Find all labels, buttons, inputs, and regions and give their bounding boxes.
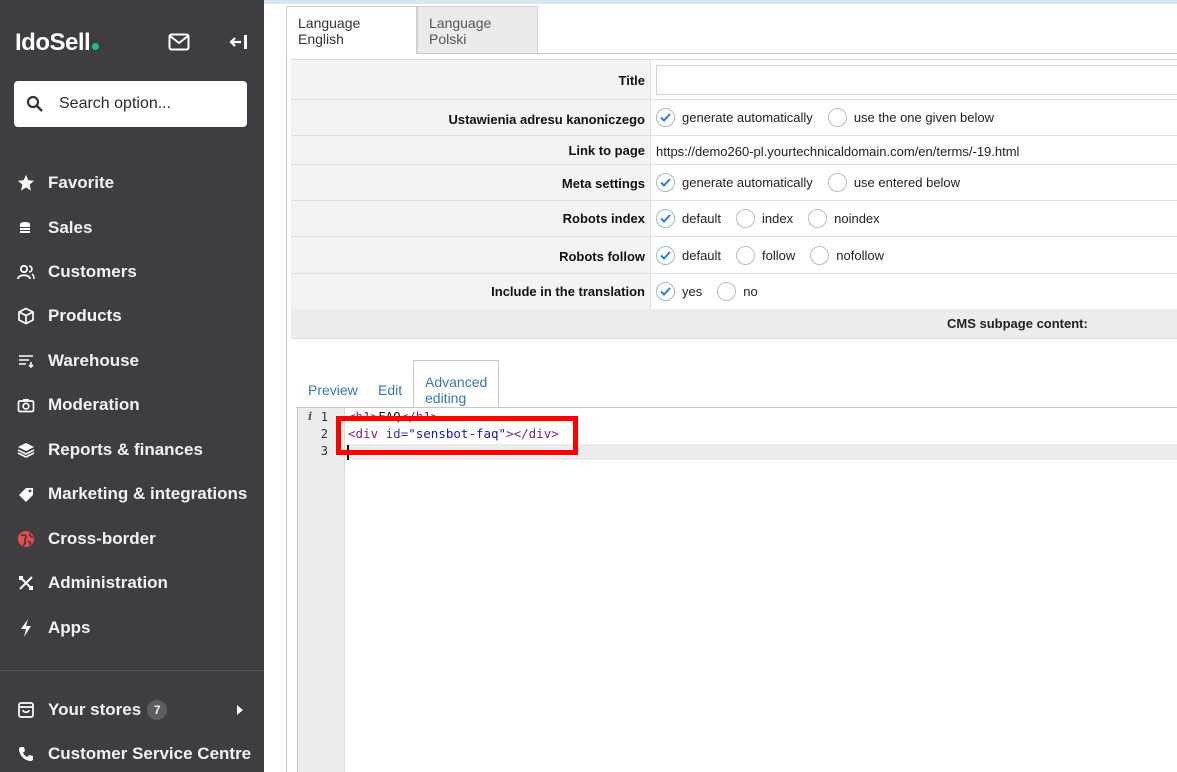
- tab-language-polski[interactable]: Language Polski: [417, 6, 538, 54]
- nav-apps[interactable]: Apps: [0, 608, 264, 648]
- nav-customer-service-centre[interactable]: Customer Service Centre: [0, 734, 264, 772]
- link-label: Link to page: [291, 136, 651, 164]
- search-input[interactable]: Search option...: [14, 81, 247, 127]
- canonical-label: Ustawienia adresu kanoniczego: [291, 100, 651, 135]
- robots-follow-nofollow-radio[interactable]: nofollow: [810, 245, 884, 265]
- translation-label: Include in the translation: [291, 274, 651, 309]
- nav-cross-border[interactable]: Cross-border: [0, 519, 264, 559]
- meta-manual-radio[interactable]: use entered below: [827, 173, 960, 192]
- app-logo[interactable]: IdoSell: [15, 29, 100, 57]
- nav-warehouse[interactable]: Warehouse: [0, 341, 264, 381]
- canonical-row: Ustawienia adresu kanoniczego generate a…: [291, 100, 1177, 136]
- translation-row: Include in the translation yes no: [291, 274, 1177, 310]
- tab-preview[interactable]: Preview: [308, 360, 358, 408]
- sidebar: IdoSell Search option... Favorite Sales …: [0, 0, 264, 772]
- box-icon: [16, 306, 36, 326]
- meta-row: Meta settings generate automatically use…: [291, 165, 1177, 201]
- robots-follow-default-radio[interactable]: default: [656, 245, 721, 265]
- nav-marketing-integrations[interactable]: Marketing & integrations: [0, 474, 264, 514]
- title-label: Title: [291, 60, 651, 99]
- search-icon: [26, 95, 43, 112]
- tabs-divider: [418, 53, 1177, 54]
- robots-follow-label: Robots follow: [291, 237, 651, 273]
- robots-index-index-radio[interactable]: index: [736, 209, 793, 228]
- tag-icon: [16, 484, 36, 504]
- title-input[interactable]: [656, 64, 1177, 95]
- warehouse-icon: [16, 351, 36, 371]
- robots-index-label: Robots index: [291, 201, 651, 236]
- nav-sales[interactable]: Sales: [0, 208, 264, 248]
- link-row: Link to page https://demo260-pl.yourtech…: [291, 136, 1177, 165]
- nav-your-stores[interactable]: Your stores 7: [0, 690, 264, 730]
- nav-administration[interactable]: Administration: [0, 563, 264, 603]
- meta-auto-radio[interactable]: generate automatically: [656, 173, 813, 192]
- nav-favorite[interactable]: Favorite: [0, 163, 264, 203]
- mail-icon[interactable]: [167, 30, 191, 54]
- top-progress-line: [264, 0, 1177, 4]
- stores-count-badge: 7: [147, 700, 168, 720]
- line-gutter: i 1 2 3: [298, 408, 345, 772]
- star-icon: [16, 173, 36, 193]
- code-editor[interactable]: i 1 2 3 <h1>FAQ</h1> <div id="sensbot-fa…: [297, 408, 1177, 772]
- bolt-icon: [16, 618, 36, 638]
- tools-icon: [16, 573, 36, 593]
- layers-icon: [16, 440, 36, 460]
- meta-label: Meta settings: [291, 165, 651, 200]
- cms-content-header: CMS subpage content:: [291, 309, 1177, 339]
- phone-icon: [16, 744, 36, 764]
- robots-follow-row: Robots follow default follow nofollow: [291, 237, 1177, 274]
- nav-products[interactable]: Products: [0, 296, 264, 336]
- robots-follow-follow-radio[interactable]: follow: [736, 245, 795, 265]
- collapse-sidebar-icon[interactable]: [227, 30, 251, 54]
- sidebar-divider: [0, 670, 264, 671]
- title-row: Title: [291, 60, 1177, 100]
- page-settings-form: Title Ustawienia adresu kanoniczego gene…: [291, 59, 1177, 310]
- annotation-highlight-box: [336, 416, 578, 455]
- translation-yes-radio[interactable]: yes: [656, 282, 702, 301]
- nav-customers[interactable]: Customers: [0, 252, 264, 292]
- store-bag-icon: [16, 700, 36, 720]
- robots-index-default-radio[interactable]: default: [656, 209, 721, 228]
- chevron-right-icon[interactable]: [236, 700, 244, 720]
- nav-moderation[interactable]: Moderation: [0, 385, 264, 425]
- robots-index-row: Robots index default index noindex: [291, 201, 1177, 237]
- link-value: https://demo260-pl.yourtechnicaldomain.c…: [656, 143, 1020, 159]
- canonical-manual-radio[interactable]: use the one given below: [827, 108, 994, 127]
- globe-icon: [16, 529, 36, 549]
- coins-icon: [16, 218, 36, 238]
- users-icon: [16, 262, 36, 282]
- search-placeholder: Search option...: [59, 95, 172, 112]
- tab-language-english[interactable]: Language English: [286, 6, 417, 54]
- robots-index-noindex-radio[interactable]: noindex: [808, 209, 880, 228]
- translation-no-radio[interactable]: no: [717, 282, 758, 301]
- tab-advanced-editing[interactable]: Advanced editing: [413, 360, 500, 408]
- camera-icon: [16, 395, 36, 415]
- nav-reports-finances[interactable]: Reports & finances: [0, 430, 264, 470]
- canonical-auto-radio[interactable]: generate automatically: [656, 108, 813, 127]
- tab-edit[interactable]: Edit: [378, 360, 402, 408]
